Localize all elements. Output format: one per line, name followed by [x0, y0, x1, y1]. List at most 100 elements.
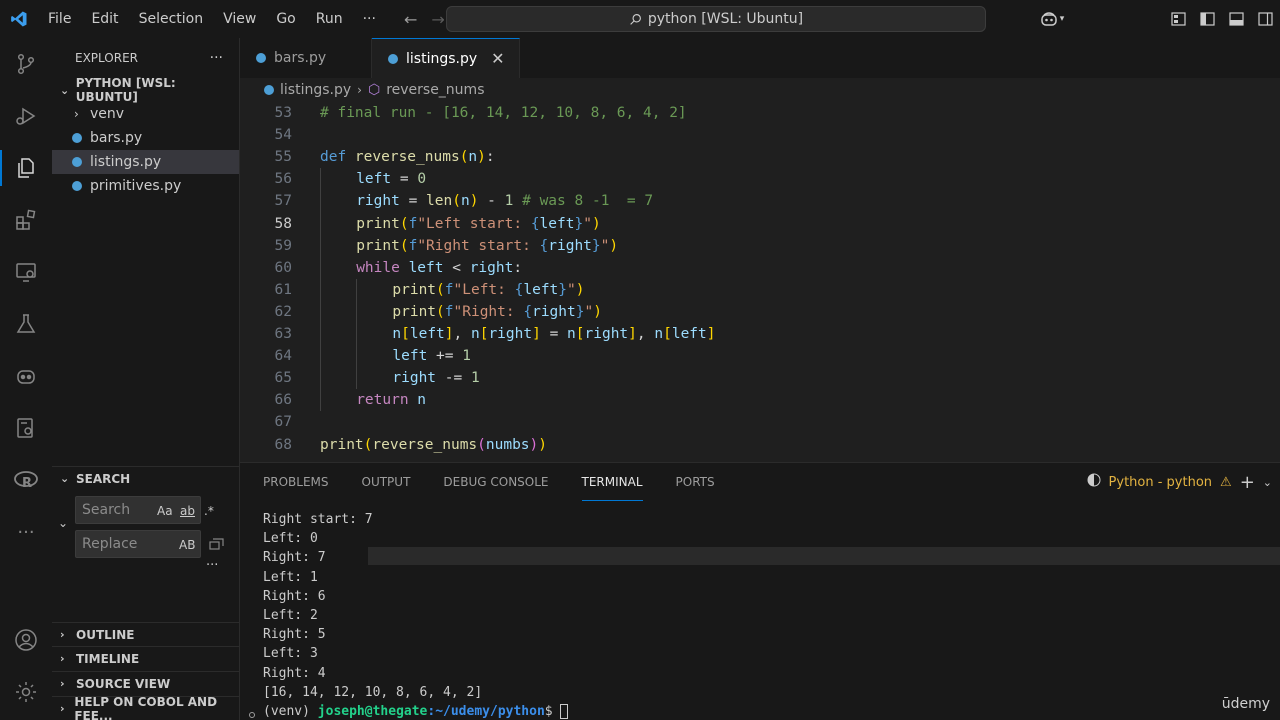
- menu-more[interactable]: ···: [353, 0, 386, 38]
- search-section[interactable]: ⌄ SEARCH: [52, 466, 240, 490]
- tree-item-listings-py[interactable]: listings.py: [52, 150, 239, 174]
- code-text: def reverse_nums(n):: [320, 149, 495, 166]
- menu-file[interactable]: File: [38, 0, 81, 38]
- chevron-down-icon[interactable]: ⌄: [1263, 476, 1272, 489]
- sidebar: EXPLORER ··· ⌄ PYTHON [WSL: UBUNTU] › ve…: [52, 38, 240, 720]
- close-icon[interactable]: ✕: [491, 49, 504, 68]
- tree-item-venv[interactable]: › venv: [52, 102, 239, 126]
- explorer-icon[interactable]: [0, 142, 52, 194]
- tree-item-bars-py[interactable]: bars.py: [52, 126, 239, 150]
- chevron-right-icon: ›: [60, 702, 65, 715]
- code-line: 56 left = 0: [240, 168, 1280, 190]
- r-language-icon[interactable]: R: [0, 454, 52, 506]
- code-text: left += 1: [392, 348, 471, 365]
- toggle-panel-icon[interactable]: [1222, 12, 1251, 26]
- python-file-icon: [264, 85, 274, 95]
- menu-run[interactable]: Run: [306, 0, 353, 38]
- tree-item-primitives-py[interactable]: primitives.py: [52, 174, 239, 198]
- source-view-section[interactable]: › SOURCE VIEW: [52, 671, 240, 695]
- code-text: print(f"Right: {right}"): [392, 303, 602, 320]
- run-debug-icon[interactable]: [0, 90, 52, 142]
- explorer-title: EXPLORER: [75, 51, 138, 65]
- regex-toggle[interactable]: .*: [204, 504, 214, 518]
- line-number: 55: [274, 149, 292, 166]
- remote-explorer-icon[interactable]: [0, 246, 52, 298]
- forward-arrow-icon[interactable]: →: [431, 10, 444, 29]
- code-line: 65 right -= 1: [240, 367, 1280, 389]
- docker-icon[interactable]: [0, 402, 52, 454]
- line-number: 56: [274, 171, 292, 188]
- breadcrumb-file[interactable]: listings.py: [280, 82, 351, 98]
- explorer-more-icon[interactable]: ···: [210, 50, 223, 66]
- source-control-icon[interactable]: [0, 38, 52, 90]
- terminal-line: Left: 3: [263, 646, 318, 662]
- match-whole-word-toggle[interactable]: ab: [180, 504, 195, 518]
- tab-debug-console[interactable]: DEBUG CONSOLE: [443, 463, 548, 501]
- more-views-icon[interactable]: ···: [0, 506, 52, 558]
- manage-gear-icon[interactable]: [0, 666, 52, 718]
- tab-terminal[interactable]: TERMINAL: [581, 463, 643, 501]
- code-line: 64 left += 1: [240, 345, 1280, 367]
- breadcrumb: listings.py › ⬡ reverse_nums: [240, 78, 1280, 102]
- search-title: SEARCH: [76, 471, 131, 486]
- preserve-case-toggle[interactable]: AB: [179, 538, 195, 552]
- code-line: 53 # final run - [16, 14, 12, 10, 8, 6, 4…: [240, 102, 1280, 124]
- code-text: return n: [356, 392, 427, 409]
- line-number: 63: [274, 326, 292, 342]
- code-line: 55 def reverse_nums(n):: [240, 146, 1280, 168]
- customize-layout-icon[interactable]: [1164, 12, 1193, 26]
- new-terminal-icon[interactable]: +: [1240, 472, 1255, 493]
- tab-ports[interactable]: PORTS: [676, 463, 715, 501]
- terminal-line: Left: 2: [263, 607, 318, 623]
- command-center[interactable]: python [WSL: Ubuntu]: [446, 6, 986, 32]
- copilot-icon[interactable]: ▾: [1032, 11, 1072, 27]
- back-arrow-icon[interactable]: ←: [404, 10, 417, 29]
- code-text: print(reverse_nums(numbs)): [320, 436, 548, 453]
- python-file-icon: [72, 133, 82, 143]
- menu-go[interactable]: Go: [266, 0, 305, 38]
- code-text: print(f"Right start: {right}"): [356, 237, 619, 254]
- python-file-icon: [256, 53, 266, 63]
- match-case-toggle[interactable]: Aa: [157, 504, 173, 518]
- replace-all-icon[interactable]: [209, 536, 225, 554]
- terminal-line: Left: 1: [263, 569, 318, 585]
- code-editor[interactable]: 53 # final run - [16, 14, 12, 10, 8, 6, 4…: [240, 102, 1280, 460]
- timeline-section[interactable]: › TIMELINE: [52, 646, 240, 670]
- toggle-primary-sidebar-icon[interactable]: [1193, 12, 1222, 26]
- code-line: 66 return n: [240, 389, 1280, 411]
- cobol-help-section[interactable]: › HELP ON COBOL AND FEE...: [52, 695, 240, 720]
- terminal-prompt: (venv) joseph@thegate:~/udemy/python$: [263, 702, 569, 720]
- breadcrumb-symbol[interactable]: reverse_nums: [386, 82, 484, 98]
- python-file-icon: [72, 157, 82, 167]
- function-symbol-icon: ⬡: [367, 82, 381, 98]
- copilot-chat-icon[interactable]: [0, 350, 52, 402]
- menu-edit[interactable]: Edit: [81, 0, 128, 38]
- tab-problems[interactable]: PROBLEMS: [263, 463, 329, 501]
- testing-flask-icon[interactable]: [0, 298, 52, 350]
- code-line: 54: [240, 124, 1280, 146]
- extensions-icon[interactable]: [0, 194, 52, 246]
- line-number: 62: [274, 303, 292, 320]
- workspace-section[interactable]: ⌄ PYTHON [WSL: UBUNTU]: [52, 76, 239, 104]
- terminal-line: Right: 4: [263, 665, 326, 681]
- tab-output[interactable]: OUTPUT: [362, 463, 411, 501]
- code-text: left = 0: [356, 171, 427, 188]
- vscode-logo-icon: [0, 0, 38, 38]
- menu-selection[interactable]: Selection: [129, 0, 214, 38]
- tab-listings-py[interactable]: listings.py ✕: [372, 38, 520, 78]
- chevron-right-icon: ›: [60, 677, 65, 690]
- outline-section[interactable]: › OUTLINE: [52, 622, 240, 646]
- toggle-replace-chevron-icon[interactable]: ⌄: [58, 516, 68, 530]
- line-number: 64: [274, 348, 292, 365]
- accounts-icon[interactable]: [0, 614, 52, 666]
- terminal-output[interactable]: Right start: 7 Left: 0 Right: 7 Left: 1 …: [263, 510, 569, 720]
- toggle-secondary-sidebar-icon[interactable]: [1251, 12, 1280, 26]
- chevron-right-icon: ›: [74, 107, 79, 121]
- tab-bars-py[interactable]: bars.py: [240, 38, 372, 78]
- code-text: print(f"Left start: {left}"): [356, 215, 601, 232]
- chevron-right-icon: ›: [357, 83, 362, 97]
- search-more-icon[interactable]: ···: [206, 558, 218, 573]
- menu-view[interactable]: View: [213, 0, 266, 38]
- terminal-name[interactable]: Python - python: [1109, 475, 1213, 490]
- code-line: 57 right = len(n) - 1 # was 8 -1 = 7: [240, 190, 1280, 212]
